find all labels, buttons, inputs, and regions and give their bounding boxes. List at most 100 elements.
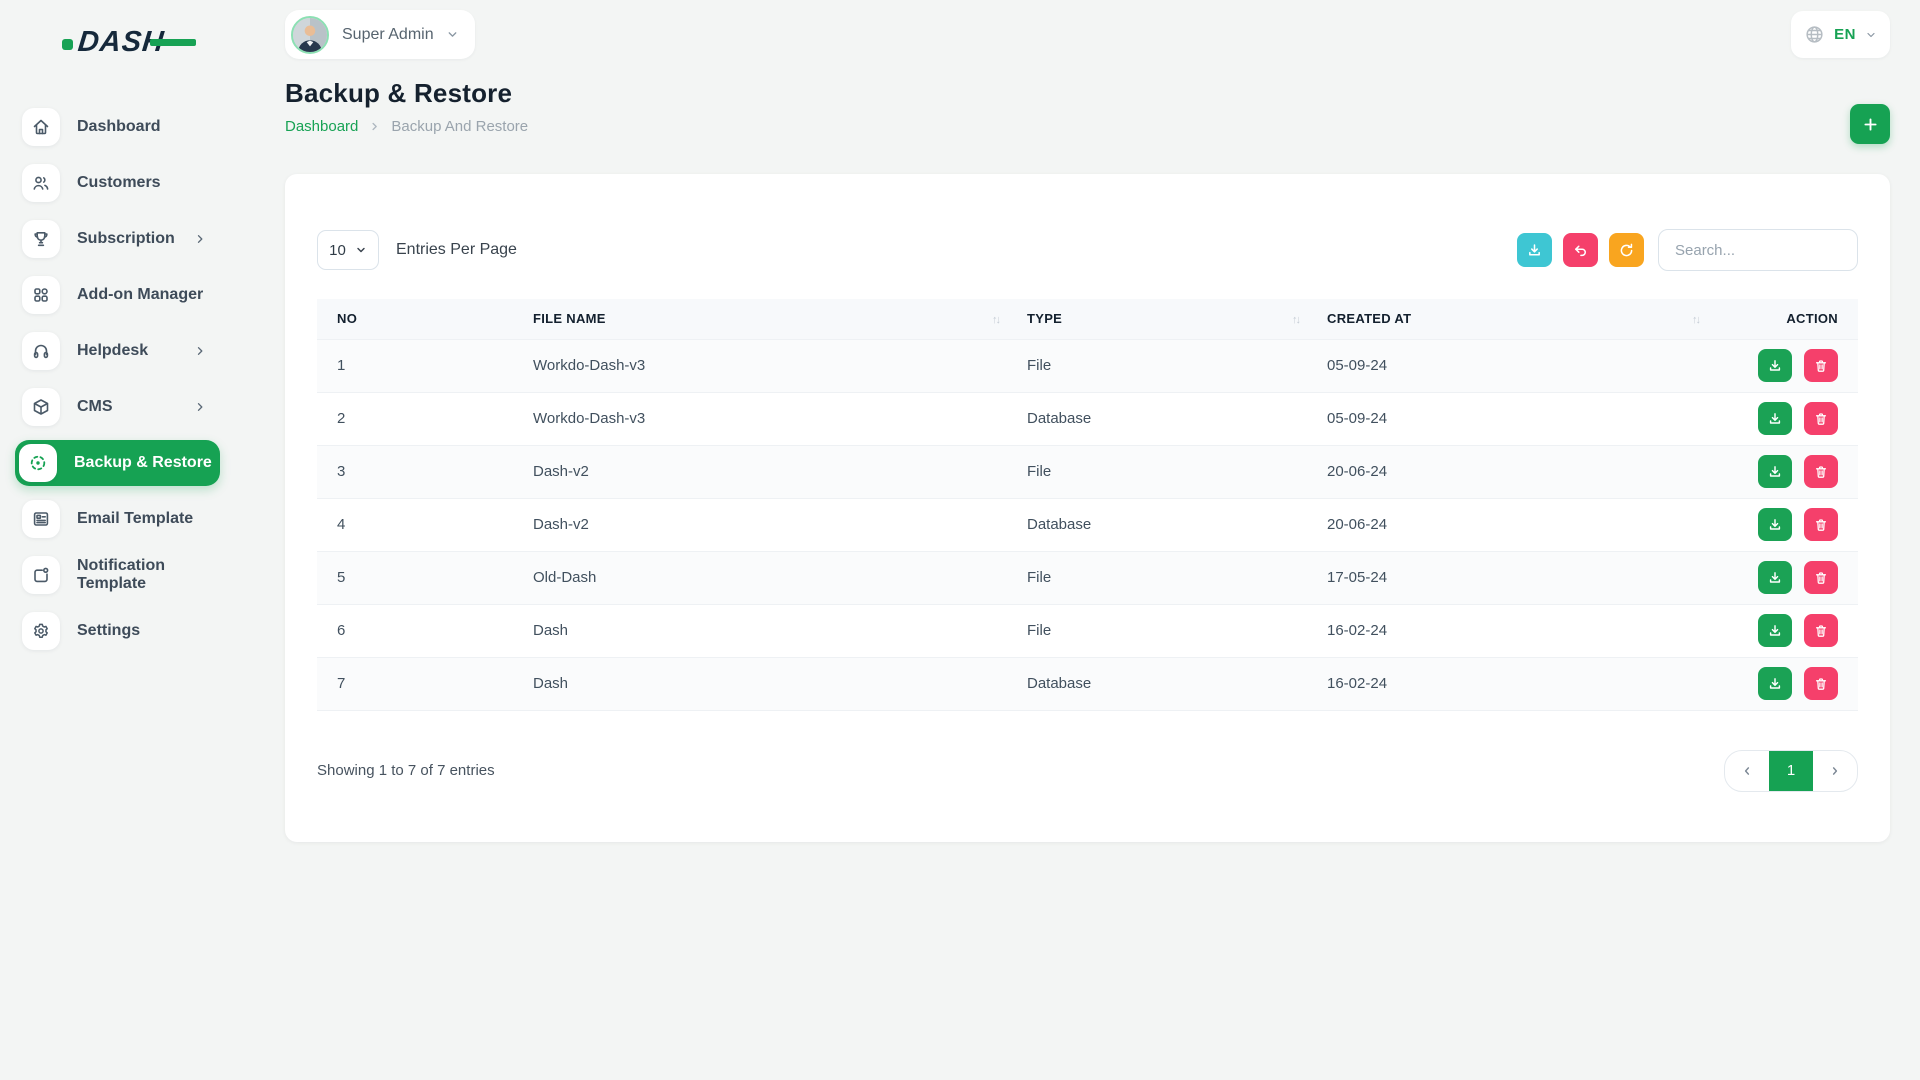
search-input[interactable]	[1658, 229, 1858, 271]
download-icon	[1767, 676, 1783, 692]
download-row-button[interactable]	[1758, 614, 1792, 647]
table-row: 1 Workdo-Dash-v3 File 05-09-24	[317, 339, 1858, 392]
chevron-down-icon	[1865, 29, 1877, 41]
user-menu[interactable]: Super Admin	[285, 10, 475, 59]
chevron-right-icon	[369, 121, 380, 132]
column-header-no[interactable]: NO	[317, 299, 513, 339]
delete-row-button[interactable]	[1804, 508, 1838, 541]
trash-icon	[1813, 623, 1829, 639]
sidebar-item-backup-restore[interactable]: Backup & Restore	[15, 440, 220, 486]
layout-icon	[22, 500, 60, 538]
entries-summary: Showing 1 to 7 of 7 entries	[317, 762, 495, 779]
download-icon	[1767, 411, 1783, 427]
globe-icon	[1804, 24, 1825, 45]
pagination-prev-button[interactable]	[1725, 751, 1769, 791]
delete-row-button[interactable]	[1804, 455, 1838, 488]
page-title-block: Backup & Restore Dashboard Backup And Re…	[285, 78, 528, 135]
sidebar-item-label: Helpdesk	[77, 342, 194, 360]
topbar: Super Admin EN	[285, 10, 1890, 59]
download-row-button[interactable]	[1758, 508, 1792, 541]
chevron-right-icon	[194, 233, 206, 245]
sort-icon[interactable]: ↑↓	[1692, 314, 1699, 326]
cell-action	[1707, 498, 1858, 551]
pagination-page-1[interactable]: 1	[1769, 751, 1813, 791]
language-selector[interactable]: EN	[1791, 11, 1890, 58]
download-row-button[interactable]	[1758, 349, 1792, 382]
headphones-icon	[22, 332, 60, 370]
delete-row-button[interactable]	[1804, 402, 1838, 435]
page-title: Backup & Restore	[285, 78, 528, 109]
backup-table: NO FILE NAME↑↓ TYPE↑↓ CREATED AT↑↓ ACTIO…	[317, 299, 1858, 711]
delete-row-button[interactable]	[1804, 614, 1838, 647]
sidebar-item-subscription[interactable]: Subscription	[15, 216, 220, 262]
column-header-file-name[interactable]: FILE NAME↑↓	[513, 299, 1007, 339]
trash-icon	[1813, 358, 1829, 374]
logo-dash-icon	[150, 39, 196, 46]
delete-row-button[interactable]	[1804, 667, 1838, 700]
home-icon	[22, 108, 60, 146]
column-header-type[interactable]: TYPE↑↓	[1007, 299, 1307, 339]
chevron-right-icon	[194, 345, 206, 357]
download-icon	[1767, 570, 1783, 586]
table-header-row: NO FILE NAME↑↓ TYPE↑↓ CREATED AT↑↓ ACTIO…	[317, 299, 1858, 339]
breadcrumb: Dashboard Backup And Restore	[285, 118, 528, 135]
sidebar-item-dashboard[interactable]: Dashboard	[15, 104, 220, 150]
main-content: Super Admin EN Backup & Restore Dashbo	[235, 0, 1920, 1080]
chevron-right-icon	[194, 401, 206, 413]
download-all-button[interactable]	[1517, 233, 1552, 267]
sidebar-item-helpdesk[interactable]: Helpdesk	[15, 328, 220, 374]
cell-no: 4	[317, 498, 513, 551]
download-row-button[interactable]	[1758, 561, 1792, 594]
download-icon	[1767, 517, 1783, 533]
breadcrumb-dashboard-link[interactable]: Dashboard	[285, 118, 358, 135]
user-name: Super Admin	[342, 26, 434, 44]
cell-no: 1	[317, 339, 513, 392]
restore-button[interactable]	[1563, 233, 1598, 267]
entries-value: 10	[329, 242, 346, 259]
trash-icon	[1813, 464, 1829, 480]
sidebar: DASH Dashboard Customers Subscrip	[0, 0, 235, 1080]
cell-type: File	[1007, 339, 1307, 392]
delete-row-button[interactable]	[1804, 349, 1838, 382]
download-row-button[interactable]	[1758, 667, 1792, 700]
breadcrumb-current: Backup And Restore	[391, 118, 528, 135]
brand-logo: DASH	[62, 26, 235, 58]
cell-no: 6	[317, 604, 513, 657]
sidebar-item-cms[interactable]: CMS	[15, 384, 220, 430]
cell-no: 3	[317, 445, 513, 498]
cell-created-at: 05-09-24	[1307, 339, 1707, 392]
box-icon	[22, 388, 60, 426]
apps-icon	[22, 276, 60, 314]
cell-file-name: Old-Dash	[513, 551, 1007, 604]
sort-icon[interactable]: ↑↓	[1292, 314, 1299, 326]
sidebar-item-email-template[interactable]: Email Template	[15, 496, 220, 542]
add-backup-button[interactable]	[1850, 104, 1890, 144]
language-code: EN	[1834, 26, 1856, 43]
entries-per-page-select[interactable]: 10	[317, 230, 379, 270]
cell-file-name: Workdo-Dash-v3	[513, 392, 1007, 445]
cell-created-at: 20-06-24	[1307, 498, 1707, 551]
sidebar-item-label: Notification Template	[77, 557, 220, 593]
sidebar-item-addon-manager[interactable]: Add-on Manager	[15, 272, 220, 318]
column-header-created-at[interactable]: CREATED AT↑↓	[1307, 299, 1707, 339]
chevron-left-icon	[1740, 764, 1754, 778]
sidebar-item-label: Backup & Restore	[74, 454, 220, 472]
cell-no: 7	[317, 657, 513, 710]
page-header: Backup & Restore Dashboard Backup And Re…	[285, 78, 1890, 144]
cell-file-name: Dash	[513, 604, 1007, 657]
table-toolbar: 10 Entries Per Page	[317, 229, 1858, 271]
pagination-next-button[interactable]	[1813, 751, 1857, 791]
sidebar-item-customers[interactable]: Customers	[15, 160, 220, 206]
sidebar-item-settings[interactable]: Settings	[15, 608, 220, 654]
column-header-action: ACTION	[1707, 299, 1858, 339]
sidebar-item-label: CMS	[77, 398, 194, 416]
sidebar-item-notification-template[interactable]: Notification Template	[15, 552, 220, 598]
avatar	[291, 16, 329, 54]
download-row-button[interactable]	[1758, 455, 1792, 488]
delete-row-button[interactable]	[1804, 561, 1838, 594]
table-footer: Showing 1 to 7 of 7 entries 1	[317, 750, 1858, 792]
refresh-button[interactable]	[1609, 233, 1644, 267]
download-row-button[interactable]	[1758, 402, 1792, 435]
trash-icon	[1813, 411, 1829, 427]
sort-icon[interactable]: ↑↓	[992, 314, 999, 326]
